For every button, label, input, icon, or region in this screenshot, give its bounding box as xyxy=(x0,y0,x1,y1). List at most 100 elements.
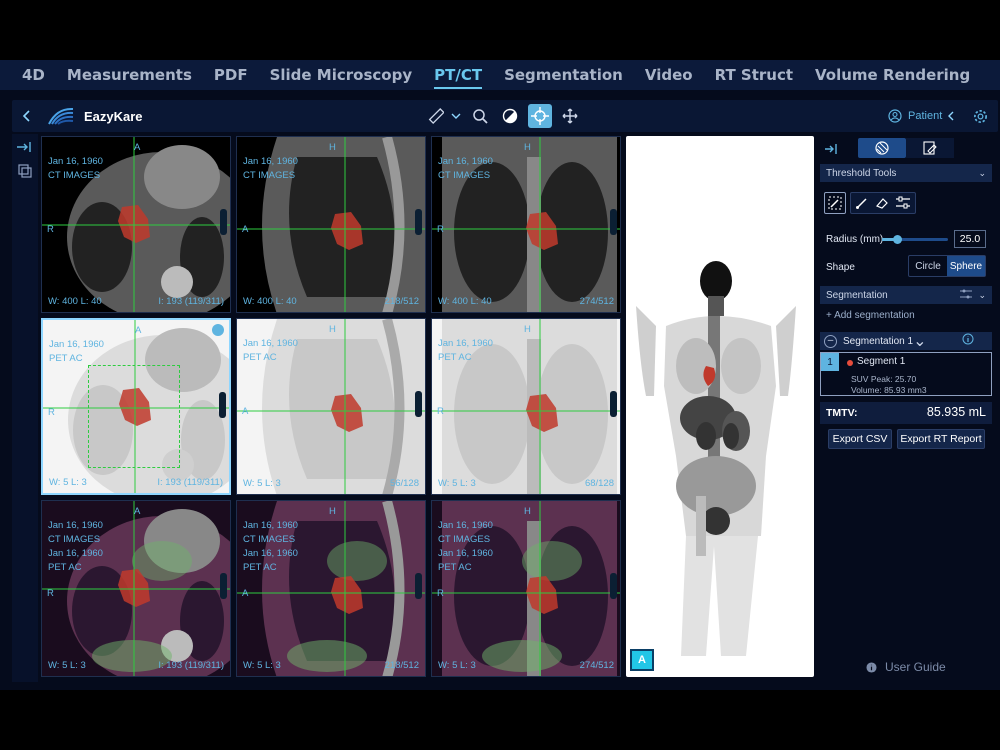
crosshair-button[interactable] xyxy=(526,100,554,132)
window-level: W: 400 L: 40 xyxy=(438,296,492,307)
segment-row[interactable]: 1 Segment 1 SUV Peak: 25.70 Volume: 85.9… xyxy=(820,352,992,396)
viewport-info: Jan 16, 1960 CT IMAGES xyxy=(438,155,493,183)
tab-slide-microscopy[interactable]: Slide Microscopy xyxy=(270,66,413,84)
orientation-top: H xyxy=(524,506,531,517)
orientation-left: A xyxy=(242,224,249,235)
brush-icon[interactable] xyxy=(855,196,869,215)
tab-4d[interactable]: 4D xyxy=(22,66,45,84)
segment-color-dot[interactable] xyxy=(847,360,853,366)
slice-scrollbar[interactable] xyxy=(610,209,617,235)
viewport-ct-sag[interactable]: Jan 16, 1960 CT IMAGES H A W: 400 L: 40 218/5… xyxy=(236,136,426,313)
orientation-left: R xyxy=(47,224,54,235)
orientation-left: A xyxy=(242,588,249,599)
tab-rt-struct[interactable]: RT Struct xyxy=(715,66,793,84)
slice-scrollbar[interactable] xyxy=(415,391,422,417)
viewport-fused-cor[interactable]: Jan 16, 1960 CT IMAGES Jan 16, 1960 PET AC H… xyxy=(431,500,621,677)
series-label: CT IMAGES xyxy=(438,534,491,545)
sliders-icon[interactable] xyxy=(895,196,911,215)
orientation-top: H xyxy=(329,506,336,517)
zoom-icon[interactable] xyxy=(468,100,492,132)
segmentation-header-label: Segmentation xyxy=(826,289,888,301)
viewport-pet-cor[interactable]: Jan 16, 1960 PET AC H R W: 5 L: 3 68/128 xyxy=(431,318,621,495)
tab-segmentation[interactable]: Segmentation xyxy=(504,66,623,84)
slice-scrollbar[interactable] xyxy=(415,209,422,235)
toolbar: EazyKare Patient xyxy=(12,100,998,132)
slice-scrollbar[interactable] xyxy=(610,573,617,599)
chevron-down-icon: ⌄ xyxy=(913,333,927,350)
segmentation-tab[interactable] xyxy=(858,138,906,158)
radius-input[interactable]: 25.0 xyxy=(954,230,986,248)
chevron-down-icon: ⌄ xyxy=(978,167,986,178)
ruler-icon[interactable] xyxy=(424,100,448,132)
export-csv-button[interactable]: Export CSV xyxy=(828,429,892,449)
segmentation-options-icon[interactable] xyxy=(960,289,972,302)
expand-panel-icon[interactable] xyxy=(16,140,32,158)
contrast-icon[interactable] xyxy=(498,100,522,132)
mip-viewport[interactable]: A xyxy=(626,136,814,677)
threshold-brush-icon[interactable] xyxy=(824,192,846,214)
series-label: PET AC xyxy=(243,352,277,363)
collapse-chevron-icon[interactable] xyxy=(944,100,958,132)
crosshair-icon[interactable] xyxy=(528,104,552,128)
orientation-badge[interactable]: A xyxy=(630,649,654,671)
ruler-dropdown-icon[interactable] xyxy=(450,100,462,132)
orientation-left: R xyxy=(437,588,444,599)
tab-video[interactable]: Video xyxy=(645,66,693,84)
viewport-info: Jan 16, 1960 CT IMAGES Jan 16, 1960 PET AC xyxy=(438,519,493,575)
suv-peak: SUV Peak: 25.70 xyxy=(851,374,917,384)
viewport-fused-sag[interactable]: Jan 16, 1960 CT IMAGES Jan 16, 1960 PET AC H… xyxy=(236,500,426,677)
viewport-sync-icon[interactable] xyxy=(212,324,224,336)
slice-index: 68/128 xyxy=(584,478,614,489)
settings-gear-icon[interactable] xyxy=(970,100,990,132)
user-guide-label: User Guide xyxy=(885,660,946,674)
slice-scrollbar[interactable] xyxy=(220,209,227,235)
back-chevron-icon[interactable] xyxy=(20,100,34,132)
slice-index: I: 193 (119/311) xyxy=(158,296,224,307)
tab-pdf[interactable]: PDF xyxy=(214,66,248,84)
slice-scrollbar[interactable] xyxy=(219,392,226,418)
shape-circle-option[interactable]: Circle xyxy=(909,256,947,276)
shape-toggle: Circle Sphere xyxy=(908,255,986,277)
series-label: CT IMAGES xyxy=(48,170,101,181)
info-icon[interactable] xyxy=(962,332,974,350)
collapse-segmentation-icon[interactable]: – xyxy=(824,334,837,348)
patient-icon[interactable] xyxy=(886,100,904,132)
measurement-tab[interactable] xyxy=(906,138,954,158)
slice-scrollbar[interactable] xyxy=(415,573,422,599)
measurement-tab-icon xyxy=(923,141,937,155)
series-label: PET AC xyxy=(243,562,277,573)
viewport-ct-cor[interactable]: Jan 16, 1960 CT IMAGES H R W: 400 L: 40 274/5… xyxy=(431,136,621,313)
orientation-top: A xyxy=(134,506,141,517)
slice-index: I: 193 (119/311) xyxy=(158,660,224,671)
layout-copy-icon[interactable] xyxy=(18,164,32,183)
tab-measurements[interactable]: Measurements xyxy=(67,66,192,84)
slice-scrollbar[interactable] xyxy=(220,573,227,599)
viewport-pet-sag[interactable]: Jan 16, 1960 PET AC H A W: 5 L: 3 56/128 xyxy=(236,318,426,495)
viewport-fused-ax[interactable]: Jan 16, 1960 CT IMAGES Jan 16, 1960 PET AC A… xyxy=(41,500,231,677)
patient-label[interactable]: Patient xyxy=(908,100,942,132)
window-level: W: 5 L: 3 xyxy=(438,478,476,489)
radius-slider-thumb[interactable] xyxy=(892,235,902,244)
tab-pt-ct[interactable]: PT/CT xyxy=(434,66,482,89)
app-name: EazyKare xyxy=(84,108,143,124)
segmentation-header[interactable]: Segmentation ⌄ xyxy=(820,286,992,304)
export-rt-report-button[interactable]: Export RT Report xyxy=(897,429,985,449)
pan-icon[interactable] xyxy=(558,100,582,132)
eraser-icon[interactable] xyxy=(875,196,889,215)
viewport-pet-ax[interactable]: Jan 16, 1960 PET AC A R W: 5 L: 3 I: 193 (119… xyxy=(41,318,231,495)
segment-name: Segment 1 xyxy=(857,356,906,367)
threshold-tools-dropdown[interactable]: Threshold Tools ⌄ xyxy=(820,164,992,182)
series-label: Jan 16, 1960 xyxy=(243,548,298,559)
segmentation-item[interactable]: – Segmentation 1 ⌄ xyxy=(820,332,992,350)
collapse-panel-icon[interactable] xyxy=(824,142,838,160)
slice-scrollbar[interactable] xyxy=(610,391,617,417)
radius-slider[interactable] xyxy=(882,235,948,244)
shape-sphere-option[interactable]: Sphere xyxy=(947,256,985,276)
add-segmentation-link[interactable]: + Add segmentation xyxy=(826,310,998,321)
info-icon xyxy=(866,661,877,673)
user-guide-link[interactable]: User Guide xyxy=(866,660,946,674)
tab-volume-rendering[interactable]: Volume Rendering xyxy=(815,66,970,84)
viewport-info: Jan 16, 1960 PET AC xyxy=(438,337,493,365)
viewport-ct-ax[interactable]: Jan 16, 1960 CT IMAGES A R W: 400 L: 40 I: 19… xyxy=(41,136,231,313)
roi-box[interactable] xyxy=(88,365,180,468)
